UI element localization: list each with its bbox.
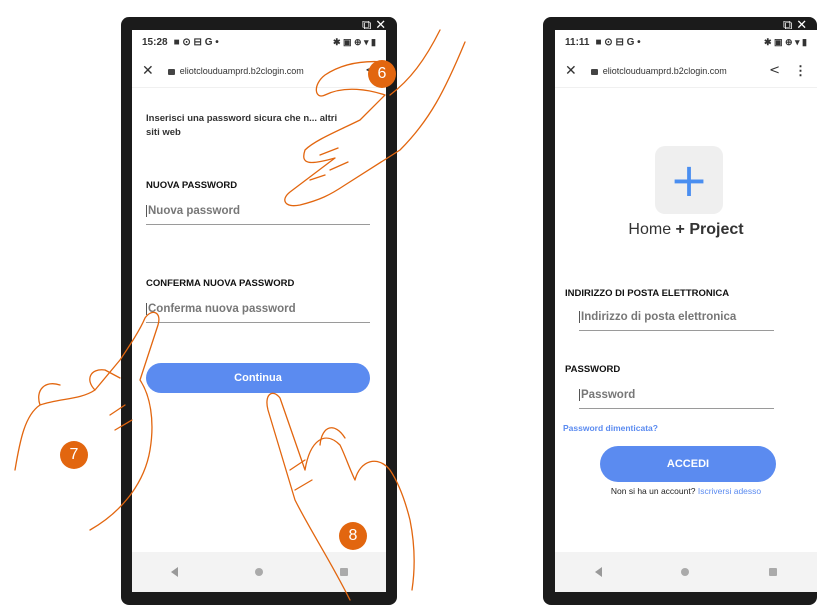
new-password-placeholder: Nuova password [148,205,241,217]
url-bar: ✕ eliotclouduamprd.b2clogin.com < ⋮ [555,54,817,88]
plus-icon: + [669,153,709,207]
close-tab-icon[interactable]: ✕ [142,63,154,79]
nav-home-icon[interactable] [681,568,690,576]
android-nav-bar [132,552,386,592]
confirm-password-input[interactable]: Conferma nuova password [146,296,370,323]
continue-button[interactable]: Continua [146,363,370,393]
confirm-password-placeholder: Conferma nuova password [148,303,296,315]
app-name-home: Home [628,221,672,238]
share-icon[interactable]: < [769,63,780,78]
text-caret [579,389,580,401]
app-name: Home + Project [555,221,817,239]
app-name-plus: + [675,221,685,238]
app-logo-tile: + [655,146,723,214]
status-bar: 15:28 ■ ⊙ ⊟ G • ✱ ▣ ⊕ ▾ ▮ [132,30,386,54]
lock-icon [590,68,598,75]
url-text: eliotclouduamprd.b2clogin.com [179,65,304,76]
nav-home-icon[interactable] [254,568,263,576]
new-password-input[interactable]: Nuova password [146,198,370,225]
step-6-badge: 6 [368,60,396,88]
password-label: PASSWORD [565,364,621,375]
nav-recent-icon[interactable] [769,568,778,576]
android-nav-bar [555,552,817,592]
signup-row: Non si ha un account? Iscriversi adesso [555,486,817,496]
no-account-text: Non si ha un account? [610,486,696,496]
app-name-project: Project [689,221,744,238]
nav-recent-icon[interactable] [339,568,348,576]
url-bar: ✕ eliotclouduamprd.b2clogin.com < [132,54,386,88]
forgot-password-link[interactable]: Password dimenticata? [563,423,658,433]
right-screen: 11:11 ■ ⊙ ⊟ G • ✱ ▣ ⊕ ▾ ▮ ✕ eliotcloudua… [555,30,817,592]
nav-back-icon[interactable] [594,567,602,577]
confirm-password-label: CONFERMA NUOVA PASSWORD [146,278,295,289]
text-caret [146,303,147,315]
intro-text: Inserisci una password sicura che n... a… [146,113,338,138]
signup-link[interactable]: Iscriversi adesso [698,486,761,496]
close-tab-icon[interactable]: ✕ [565,63,577,79]
text-caret [579,311,580,323]
status-bar: 11:11 ■ ⊙ ⊟ G • ✱ ▣ ⊕ ▾ ▮ [555,30,817,54]
new-password-label: NUOVA PASSWORD [146,180,238,191]
more-menu-icon[interactable]: ⋮ [794,63,807,79]
email-label: INDIRIZZO DI POSTA ELETTRONICA [565,288,730,299]
login-button[interactable]: ACCEDI [600,446,776,482]
password-input[interactable]: Password [579,382,774,409]
email-placeholder: Indirizzo di posta elettronica [581,311,737,323]
text-caret [146,205,147,217]
status-right-icons: ✱ ▣ ⊕ ▾ ▮ [763,36,807,47]
email-input[interactable]: Indirizzo di posta elettronica [579,304,774,331]
status-icons: ■ ⊙ ⊟ G • [173,36,219,48]
lock-icon [167,68,175,75]
left-screen: 15:28 ■ ⊙ ⊟ G • ✱ ▣ ⊕ ▾ ▮ ✕ eliotcloudua… [132,30,386,592]
status-time: 11:11 [565,36,590,48]
status-icons: ■ ⊙ ⊟ G • [595,36,641,48]
status-time: 15:28 [142,36,168,48]
password-placeholder: Password [581,389,636,401]
status-right-icons: ✱ ▣ ⊕ ▾ ▮ [332,36,376,47]
url-text: eliotclouduamprd.b2clogin.com [602,65,727,76]
nav-back-icon[interactable] [170,567,178,577]
step-8-badge: 8 [339,522,367,550]
step-7-badge: 7 [60,441,88,469]
